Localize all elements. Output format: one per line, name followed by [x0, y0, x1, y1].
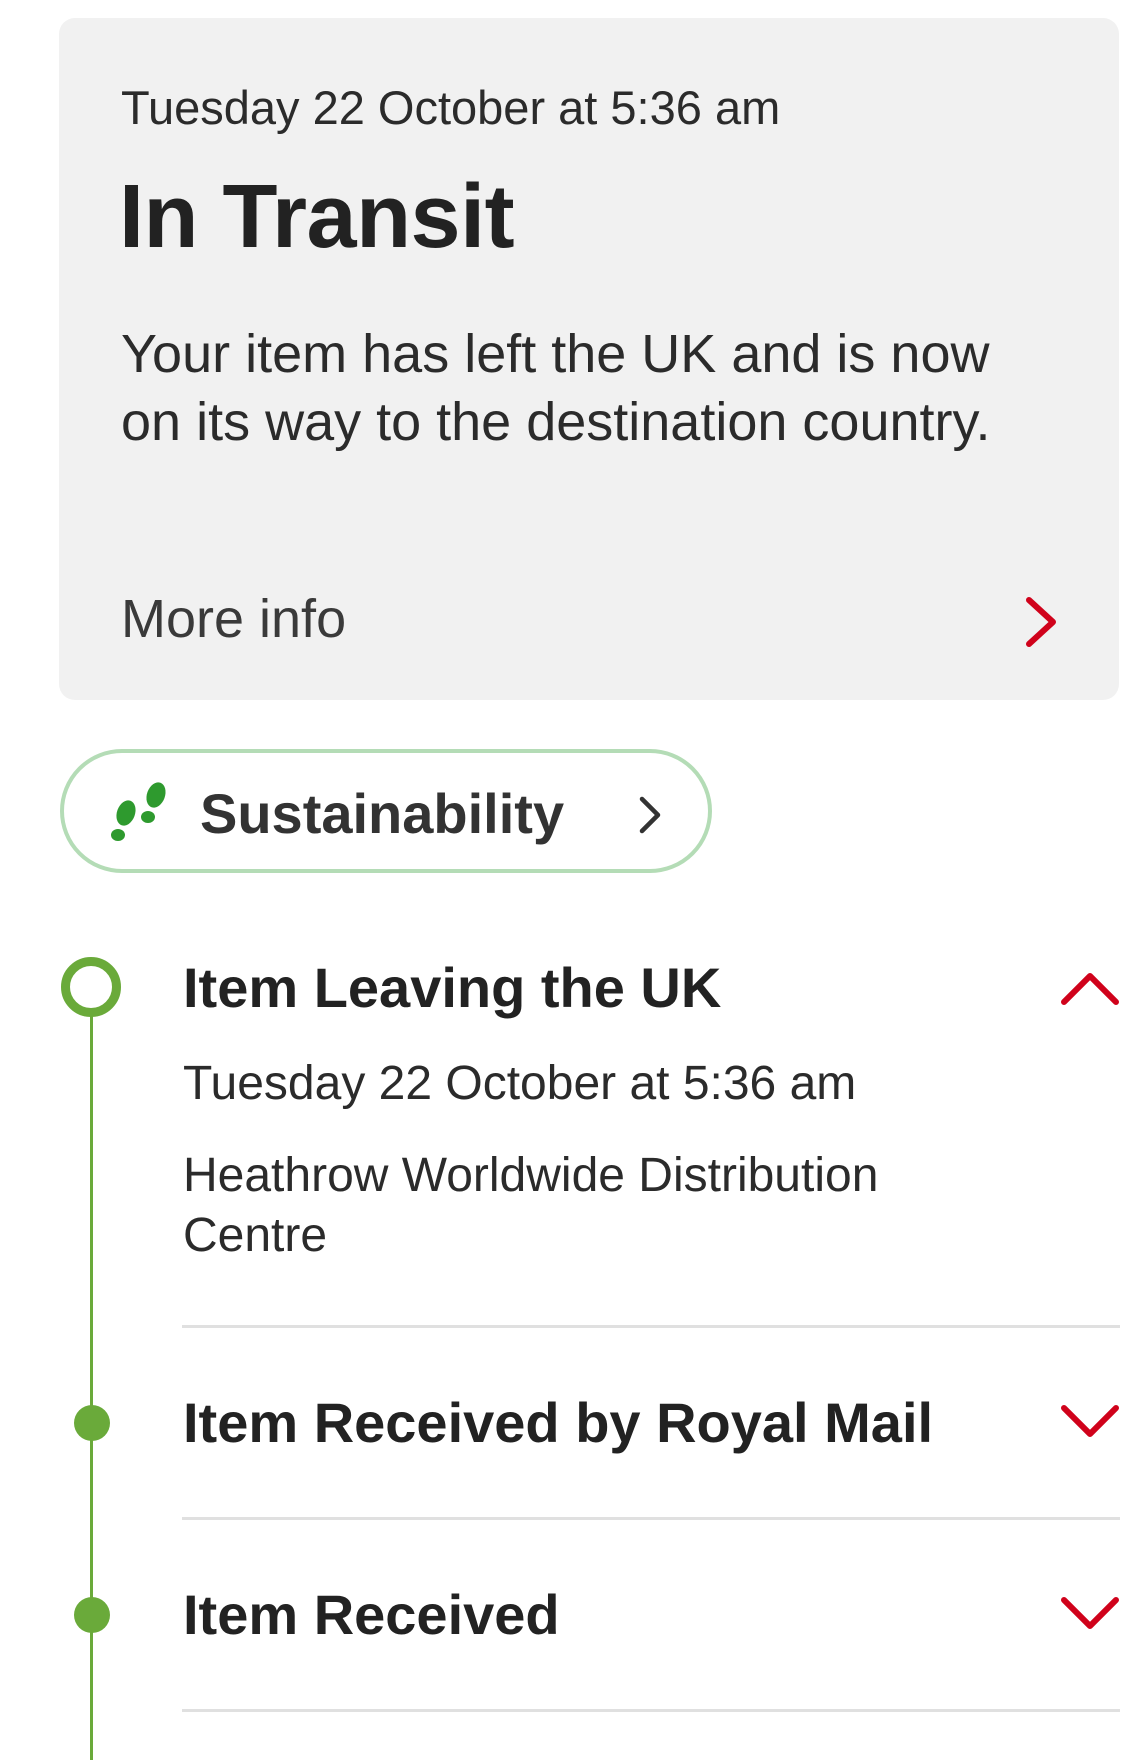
status-description: Your item has left the UK and is now on …	[121, 324, 991, 452]
timeline-node	[74, 1597, 110, 1633]
event-date: Tuesday 22 October at 5:36 am	[183, 1057, 857, 1110]
status-title: In Transit	[119, 167, 515, 267]
event-location: Heathrow Worldwide Distribution Centre	[183, 1149, 879, 1262]
more-info-link[interactable]: More info	[59, 570, 1119, 666]
divider	[182, 1709, 1120, 1712]
timeline-node	[74, 1405, 110, 1441]
chevron-up-icon[interactable]	[1058, 968, 1122, 1008]
status-date: Tuesday 22 October at 5:36 am	[121, 81, 781, 134]
more-info-label: More info	[121, 589, 347, 649]
timeline-line	[90, 1000, 93, 1760]
event-title-item-received-by-royal-mail[interactable]: Item Received by Royal Mail	[183, 1390, 933, 1455]
chevron-right-icon	[1026, 597, 1056, 647]
footprints-icon	[111, 782, 166, 841]
divider	[182, 1325, 1120, 1328]
sustainability-button[interactable]: Sustainability	[60, 749, 712, 873]
chevron-right-icon	[639, 796, 661, 834]
event-title-item-received[interactable]: Item Received	[183, 1582, 560, 1647]
chevron-down-icon[interactable]	[1058, 1402, 1122, 1442]
event-title-item-leaving-uk[interactable]: Item Leaving the UK	[183, 955, 721, 1020]
status-card: Tuesday 22 October at 5:36 am In Transit…	[59, 18, 1119, 700]
sustainability-label: Sustainability	[200, 782, 565, 845]
chevron-down-icon[interactable]	[1058, 1594, 1122, 1634]
timeline-node-current	[61, 957, 121, 1017]
divider	[182, 1517, 1120, 1520]
